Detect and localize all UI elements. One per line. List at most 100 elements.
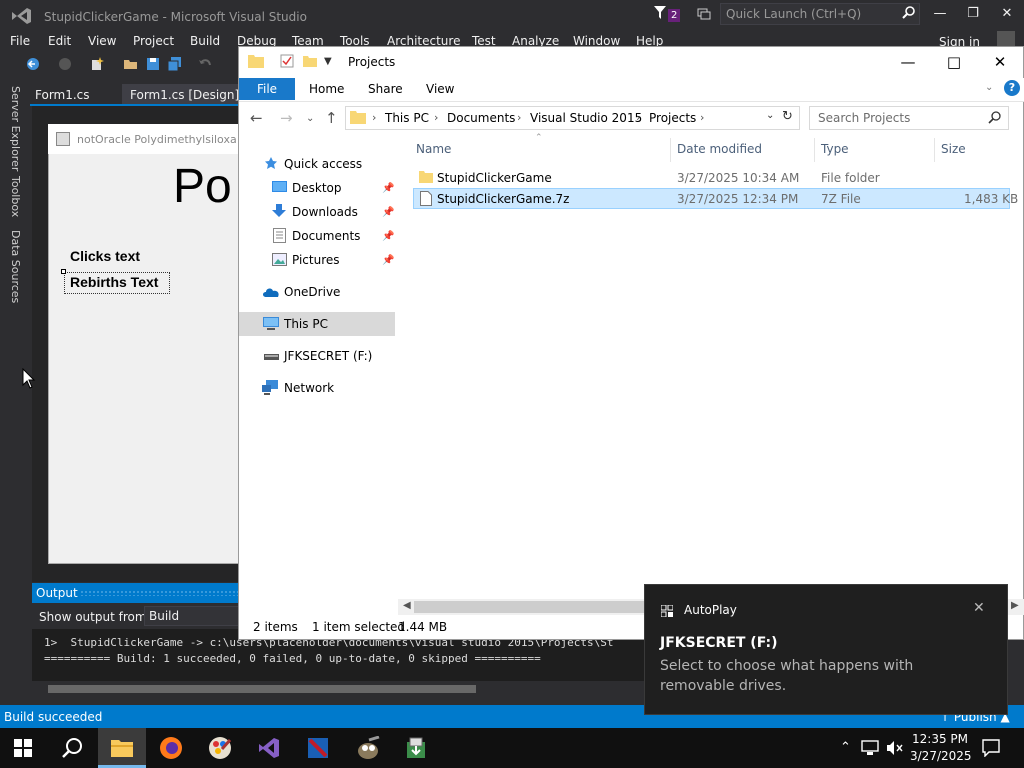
scroll-right-icon[interactable]: ▶ <box>1011 600 1019 611</box>
form-title-label[interactable]: Po <box>173 159 232 214</box>
explorer-maximize-button[interactable]: □ <box>934 52 974 72</box>
column-separator[interactable] <box>814 138 815 162</box>
expand-ribbon-chevron-icon[interactable]: ⌄ <box>985 82 993 93</box>
column-header-date[interactable]: Date modified <box>677 142 762 156</box>
notification-flag-icon[interactable] <box>654 6 666 20</box>
forward-button[interactable]: → <box>280 109 293 127</box>
new-project-icon[interactable] <box>90 57 104 71</box>
menu-view[interactable]: View <box>88 34 116 48</box>
output-scrollbar-thumb[interactable] <box>48 685 476 693</box>
network-tray-icon[interactable] <box>861 740 879 756</box>
help-button[interactable]: ? <box>1004 80 1020 96</box>
nav-jfksecret-drive[interactable]: JFKSECRET (F:) <box>284 349 372 363</box>
ribbon-tab-file[interactable]: File <box>239 78 295 100</box>
open-folder-icon[interactable] <box>124 57 138 71</box>
explorer-hscroll-thumb[interactable] <box>414 601 644 613</box>
action-center-icon[interactable] <box>982 739 1000 757</box>
resize-handle[interactable] <box>61 269 66 274</box>
back-button[interactable]: ← <box>250 109 263 127</box>
explorer-close-button[interactable]: ✕ <box>980 52 1020 72</box>
installer-icon[interactable] <box>404 736 428 760</box>
nav-desktop[interactable]: Desktop <box>292 181 342 195</box>
file-name[interactable]: StupidClickerGame <box>437 171 552 185</box>
ribbon-tab-home[interactable]: Home <box>309 82 344 96</box>
save-all-icon[interactable] <box>168 57 182 71</box>
column-separator[interactable] <box>670 138 671 162</box>
feedback-icon[interactable] <box>697 7 711 21</box>
breadcrumb-projects[interactable]: Projects <box>649 111 696 125</box>
gimp-icon[interactable] <box>355 736 381 760</box>
pin-icon[interactable]: 📌 <box>382 231 394 242</box>
app-icon[interactable] <box>306 736 330 760</box>
column-separator[interactable] <box>934 138 935 162</box>
clock-time[interactable]: 12:35 PM <box>912 732 968 746</box>
vs-minimize-button[interactable]: — <box>926 4 954 24</box>
nav-downloads[interactable]: Downloads <box>292 205 358 219</box>
toolbox-tab[interactable]: Toolbox <box>9 176 22 217</box>
nav-pictures[interactable]: Pictures <box>292 253 340 267</box>
close-icon[interactable]: ✕ <box>973 600 985 616</box>
menu-file[interactable]: File <box>10 34 30 48</box>
vs-close-button[interactable]: ✕ <box>993 4 1021 24</box>
search-icon[interactable] <box>902 6 916 20</box>
forward-icon[interactable] <box>58 57 72 71</box>
firefox-icon[interactable] <box>159 736 183 760</box>
visual-studio-icon[interactable] <box>257 736 281 760</box>
breadcrumb-separator: › <box>700 111 705 124</box>
up-button[interactable]: ↑ <box>325 109 338 127</box>
nav-quick-access[interactable]: Quick access <box>284 157 362 171</box>
pin-icon[interactable]: 📌 <box>382 183 394 194</box>
refresh-icon[interactable]: ↻ <box>782 109 793 124</box>
menu-project[interactable]: Project <box>133 34 174 48</box>
nav-this-pc[interactable]: This PC <box>284 317 328 331</box>
file-name[interactable]: StupidClickerGame.7z <box>437 192 569 206</box>
windows-start-icon[interactable] <box>14 739 32 757</box>
ribbon-tab-view[interactable]: View <box>426 82 454 96</box>
nav-network[interactable]: Network <box>284 381 334 395</box>
mouse-cursor-icon <box>22 368 36 390</box>
properties-icon[interactable] <box>280 54 294 68</box>
vs-restore-button[interactable]: ❐ <box>959 4 987 24</box>
volume-muted-icon[interactable] <box>886 740 904 756</box>
recent-locations-chevron-icon[interactable]: ⌄ <box>306 113 314 124</box>
pin-icon[interactable]: 📌 <box>382 207 394 218</box>
output-source-select[interactable]: Build <box>144 606 240 626</box>
undo-icon[interactable] <box>198 57 212 71</box>
customize-toolbar-chevron-icon[interactable]: ▼ <box>324 56 332 67</box>
data-sources-tab[interactable]: Data Sources <box>9 230 22 303</box>
menu-edit[interactable]: Edit <box>48 34 71 48</box>
nav-documents[interactable]: Documents <box>292 229 360 243</box>
quick-launch-input[interactable]: Quick Launch (Ctrl+Q) <box>720 3 920 25</box>
search-icon[interactable] <box>61 737 83 759</box>
back-icon[interactable] <box>26 57 40 71</box>
address-history-chevron-icon[interactable]: ⌄ <box>766 110 774 121</box>
clock-date[interactable]: 3/27/2025 <box>910 749 972 763</box>
output-line: ========== Build: 1 succeeded, 0 failed,… <box>44 652 541 665</box>
server-explorer-tab[interactable]: Server Explorer <box>9 86 22 171</box>
menu-build[interactable]: Build <box>190 34 220 48</box>
search-icon[interactable] <box>988 111 1001 124</box>
breadcrumb-documents[interactable]: Documents <box>447 111 515 125</box>
column-header-size[interactable]: Size <box>941 142 966 156</box>
clicks-label[interactable]: Clicks text <box>70 248 140 264</box>
new-folder-icon[interactable] <box>303 54 317 68</box>
toast-app-name: AutoPlay <box>684 603 737 617</box>
tray-chevron-up-icon[interactable]: ⌃ <box>840 740 851 755</box>
breadcrumb-visual-studio[interactable]: Visual Studio 2015 <box>530 111 642 125</box>
scroll-left-icon[interactable]: ◀ <box>403 600 411 611</box>
nav-onedrive[interactable]: OneDrive <box>284 285 340 299</box>
file-explorer-icon[interactable] <box>111 738 133 757</box>
tab-form1-design[interactable]: Form1.cs [Design] <box>130 88 239 102</box>
ribbon-tab-share[interactable]: Share <box>368 82 403 96</box>
explorer-minimize-button[interactable]: — <box>888 52 928 72</box>
save-icon[interactable] <box>146 57 160 71</box>
paint-icon[interactable] <box>208 736 232 760</box>
output-grip[interactable] <box>80 590 238 596</box>
rebirths-label[interactable]: Rebirths Text <box>70 274 158 290</box>
tab-form1-cs[interactable]: Form1.cs <box>35 88 90 102</box>
breadcrumb-this-pc[interactable]: This PC <box>385 111 429 125</box>
column-header-name[interactable]: Name <box>416 142 451 156</box>
column-header-type[interactable]: Type <box>821 142 849 156</box>
pin-icon[interactable]: 📌 <box>382 255 394 266</box>
breadcrumb-separator: › <box>372 111 377 124</box>
